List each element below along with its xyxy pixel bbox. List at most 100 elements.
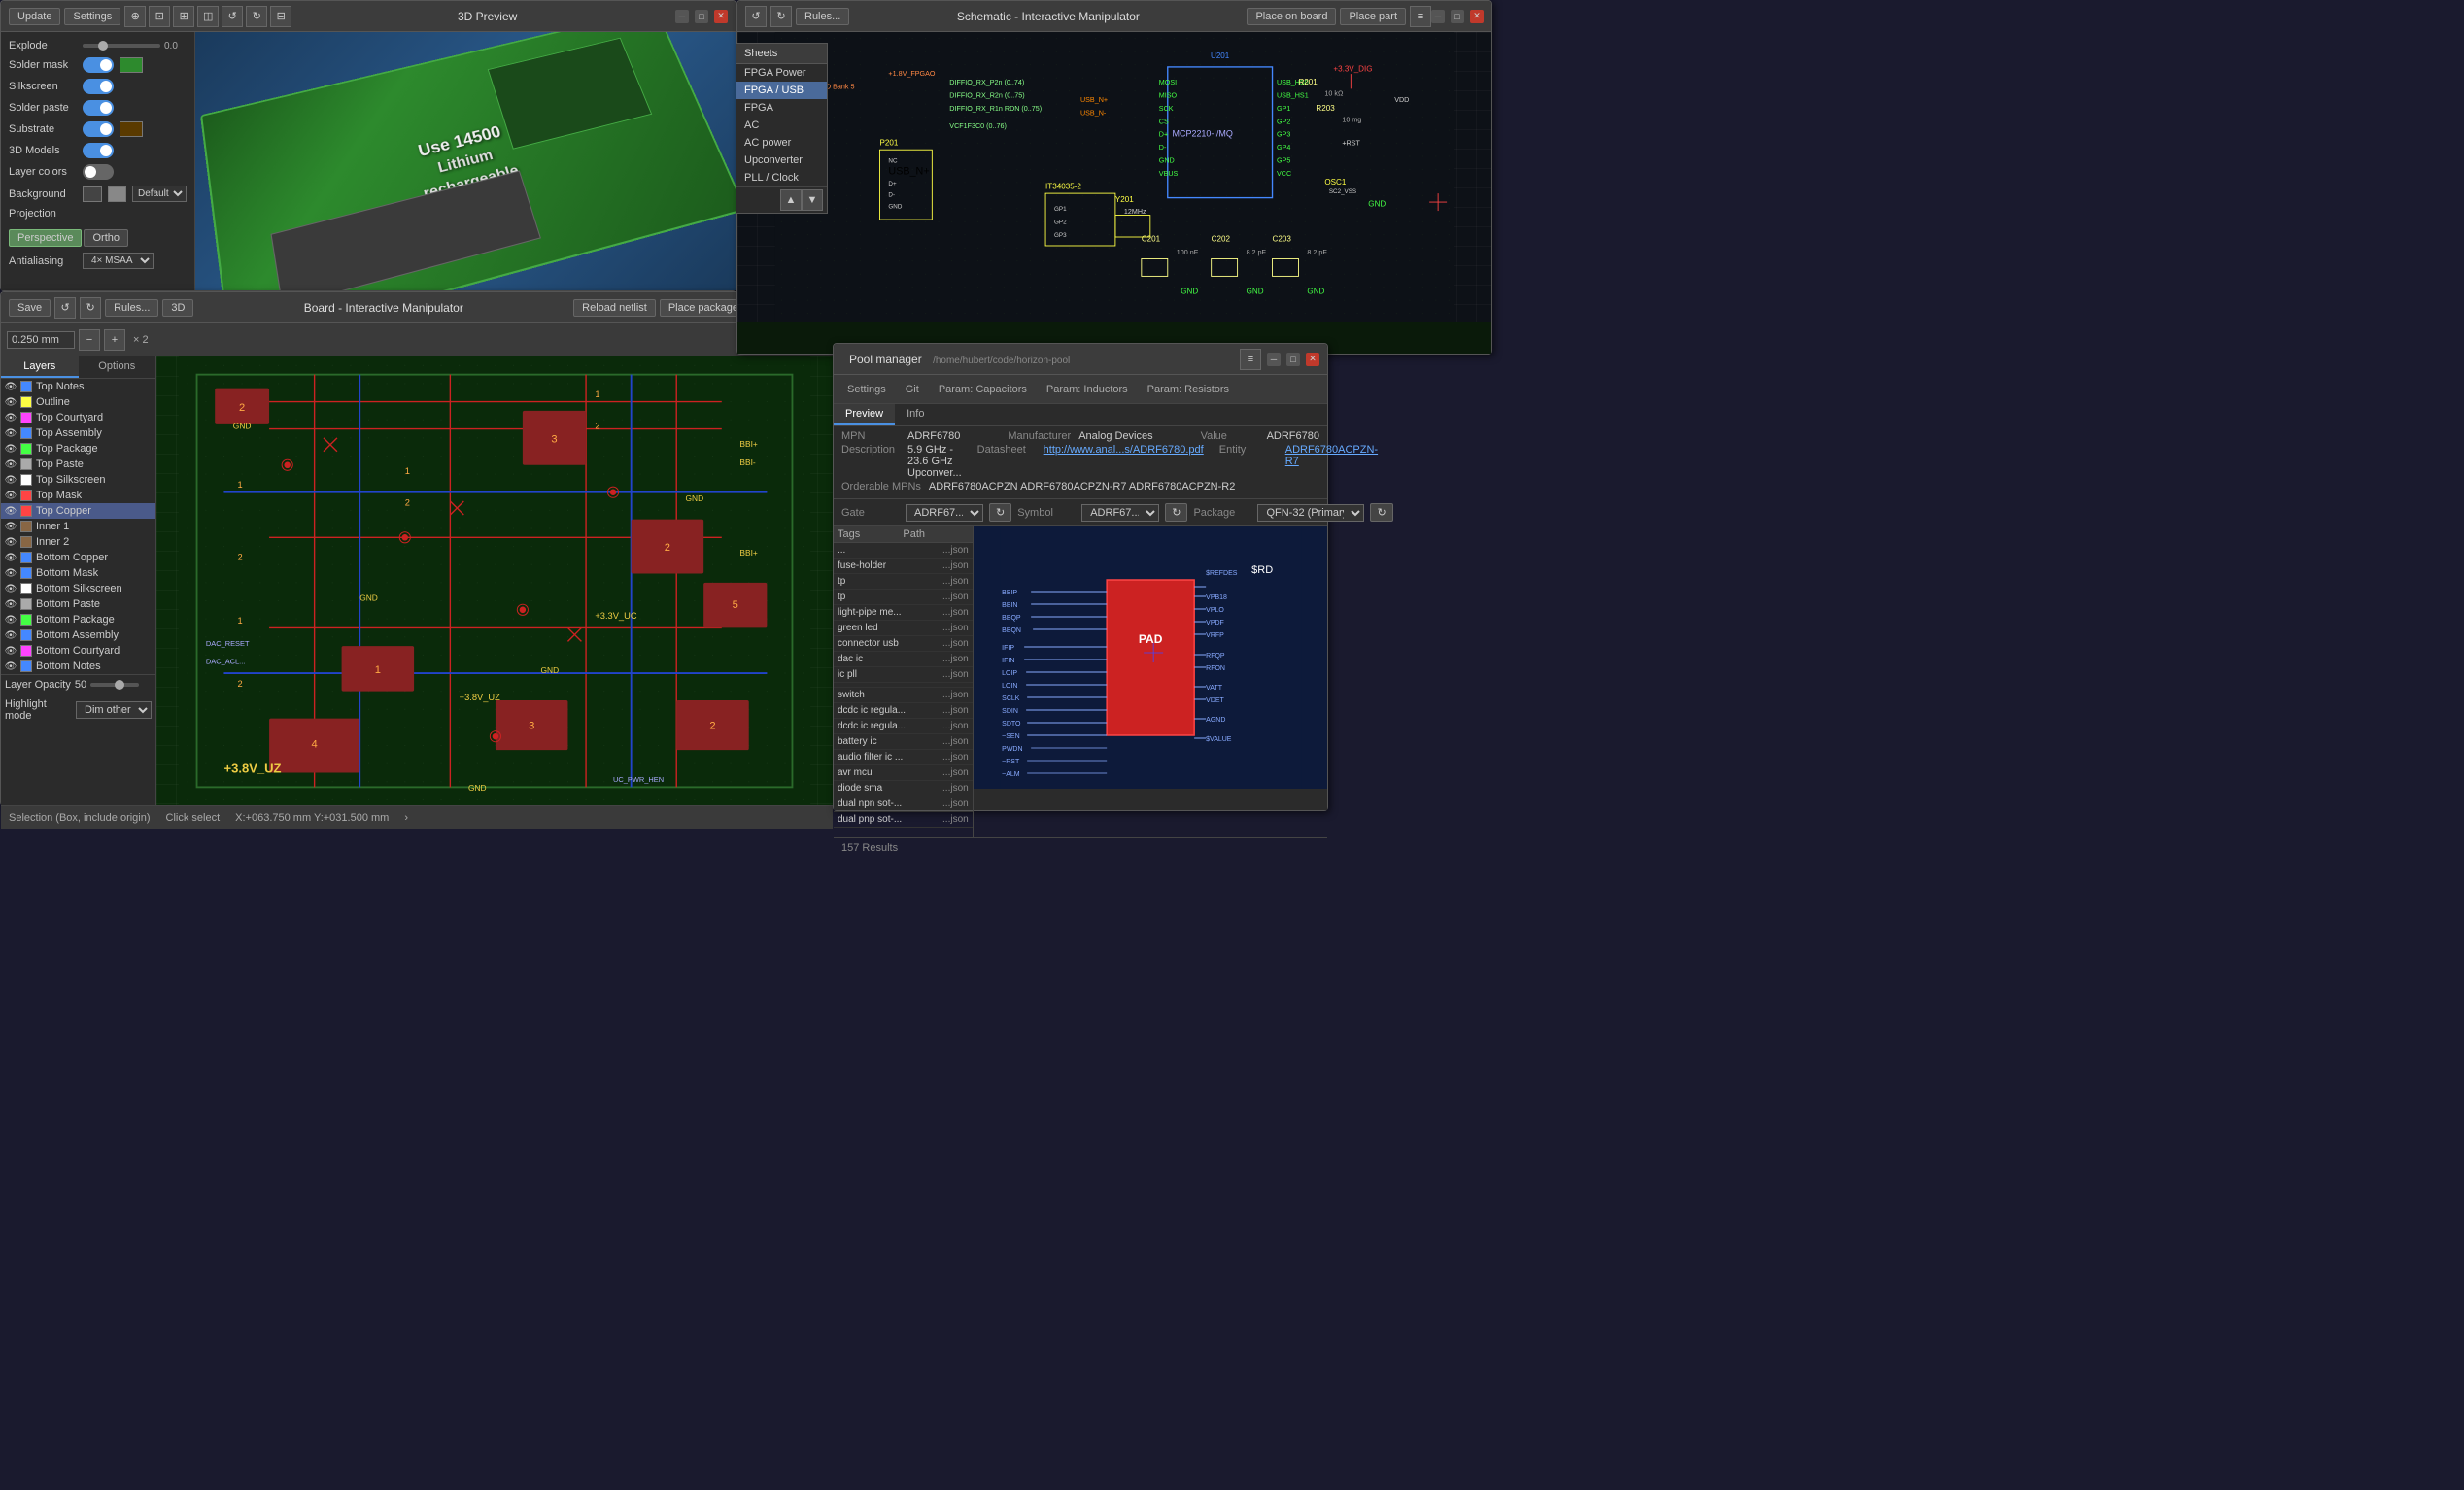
package-select[interactable]: QFN-32 (Primary)	[1257, 504, 1364, 522]
pool-list-item[interactable]: diode sma...json	[834, 781, 973, 796]
rules-button-board[interactable]: Rules...	[105, 299, 158, 317]
sheets-up[interactable]: ▲	[780, 189, 802, 211]
pool-list-item[interactable]: light-pipe me......json	[834, 605, 973, 621]
layer-item[interactable]: 👁 Bottom Silkscreen	[1, 581, 155, 596]
board-viewport[interactable]: 2 1 3 2 4 3 2 5	[156, 356, 833, 805]
maximize-btn-3d[interactable]: □	[695, 10, 708, 23]
pool-list-item[interactable]: dac ic...json	[834, 652, 973, 667]
minimize-btn-pool[interactable]: ─	[1267, 353, 1281, 366]
layer-item[interactable]: 👁 Top Silkscreen	[1, 472, 155, 488]
tab-resistors[interactable]: Param: Resistors	[1140, 382, 1237, 397]
pool-list-item[interactable]: ......json	[834, 543, 973, 559]
minimize-btn-3d[interactable]: ─	[675, 10, 689, 23]
sheet-item[interactable]: AC power	[736, 134, 827, 152]
pool-list-item[interactable]: dcdc ic regula......json	[834, 703, 973, 719]
antialias-select[interactable]: 4× MSAA	[83, 253, 154, 269]
save-button-board[interactable]: Save	[9, 299, 51, 317]
substrate-color[interactable]	[120, 121, 143, 137]
close-btn-sch[interactable]: ✕	[1470, 10, 1484, 23]
redo-icon[interactable]: ↻	[80, 297, 101, 319]
tool-icon-7[interactable]: ⊟	[270, 6, 291, 27]
pool-list-item[interactable]: tp...json	[834, 590, 973, 605]
solder-mask-color[interactable]	[120, 57, 143, 73]
update-button-3d[interactable]: Update	[9, 8, 60, 25]
undo-icon[interactable]: ↺	[54, 297, 76, 319]
pool-list-item[interactable]: dual npn sot-......json	[834, 796, 973, 812]
package-refresh-btn[interactable]: ↻	[1370, 503, 1392, 522]
tool-icon-6[interactable]: ↻	[246, 6, 267, 27]
entity-link[interactable]: ADRF6780ACPZN-R7	[1285, 444, 1378, 467]
highlight-mode-select[interactable]: Dim other	[76, 701, 152, 719]
layer-item[interactable]: 👁 Bottom Assembly	[1, 627, 155, 643]
layer-item[interactable]: 👁 Top Mask	[1, 488, 155, 503]
sheets-down[interactable]: ▼	[802, 189, 823, 211]
undo-icon-sch[interactable]: ↺	[745, 6, 767, 27]
background-select[interactable]: Default	[132, 186, 187, 202]
hamburger-icon-pool[interactable]: ≡	[1240, 349, 1261, 370]
3d-button-board[interactable]: 3D	[162, 299, 193, 317]
pool-list-item[interactable]: dual pnp sot-......json	[834, 812, 973, 828]
datasheet-link[interactable]: http://www.anal...s/ADRF6780.pdf	[1044, 444, 1204, 456]
bg-color-dark[interactable]	[83, 186, 102, 202]
place-part-button[interactable]: Place part	[1340, 8, 1406, 25]
layer-colors-toggle[interactable]	[83, 164, 114, 180]
gate-select[interactable]: ADRF67...	[906, 504, 983, 522]
maximize-btn-sch[interactable]: □	[1451, 10, 1464, 23]
symbol-select[interactable]: ADRF67...	[1081, 504, 1159, 522]
pool-list-item[interactable]: dcdc ic regula......json	[834, 719, 973, 734]
bg-color-mid[interactable]	[108, 186, 127, 202]
layer-item[interactable]: 👁 Top Assembly	[1, 425, 155, 441]
sheet-item[interactable]: FPGA / USB	[736, 82, 827, 99]
layer-item[interactable]: 👁 Bottom Paste	[1, 596, 155, 612]
silkscreen-toggle[interactable]	[83, 79, 114, 94]
tool-icon-4[interactable]: ◫	[197, 6, 219, 27]
tab-capacitors[interactable]: Param: Capacitors	[931, 382, 1035, 397]
layer-item[interactable]: 👁 Bottom Copper	[1, 550, 155, 565]
sheet-item[interactable]: FPGA	[736, 99, 827, 117]
pool-list-item[interactable]: ic pll...json	[834, 667, 973, 683]
tab-settings[interactable]: Settings	[839, 382, 894, 397]
layer-item[interactable]: 👁 Top Paste	[1, 457, 155, 472]
viewport-3d[interactable]: Use 14500 Lithium rechargeable	[195, 32, 736, 290]
pool-list-item[interactable]: green led...json	[834, 621, 973, 636]
redo-icon-sch[interactable]: ↻	[770, 6, 792, 27]
place-package-button[interactable]: Place package	[660, 299, 747, 317]
settings-button-3d[interactable]: Settings	[64, 8, 120, 25]
layer-item[interactable]: 👁 Top Notes	[1, 379, 155, 394]
schematic-viewport[interactable]: U201 MOSI MISO SCK CS D+ D- GND VBUS USB…	[737, 32, 1491, 322]
mm-input[interactable]	[7, 331, 75, 349]
pool-list-item[interactable]: fuse-holder...json	[834, 559, 973, 574]
layer-item[interactable]: 👁 Outline	[1, 394, 155, 410]
tab-preview[interactable]: Preview	[834, 404, 895, 425]
substrate-toggle[interactable]	[83, 121, 114, 137]
tool-icon-5[interactable]: ↺	[222, 6, 243, 27]
tool-icon-2[interactable]: ⊡	[149, 6, 170, 27]
pool-list-item[interactable]: audio filter ic ......json	[834, 750, 973, 765]
symbol-refresh-btn[interactable]: ↻	[1165, 503, 1187, 522]
layer-item[interactable]: 👁 Bottom Package	[1, 612, 155, 627]
sheet-item[interactable]: Upconverter	[736, 152, 827, 169]
close-btn-pool[interactable]: ✕	[1306, 353, 1319, 366]
explode-slider[interactable]	[83, 44, 160, 48]
tab-layers[interactable]: Layers	[1, 356, 79, 378]
minimize-btn-sch[interactable]: ─	[1431, 10, 1445, 23]
rules-button-sch[interactable]: Rules...	[796, 8, 849, 25]
layer-item[interactable]: 👁 Bottom Courtyard	[1, 643, 155, 659]
layer-item[interactable]: 👁 Top Courtyard	[1, 410, 155, 425]
hamburger-icon-sch[interactable]: ≡	[1410, 6, 1431, 27]
layer-opacity-slider[interactable]	[90, 683, 139, 687]
solder-paste-toggle[interactable]	[83, 100, 114, 116]
layer-item[interactable]: 👁 Bottom Notes	[1, 659, 155, 674]
tab-git[interactable]: Git	[898, 382, 927, 397]
minus-icon-mm[interactable]: −	[79, 329, 100, 351]
sheet-item[interactable]: PLL / Clock	[736, 169, 827, 186]
layer-item[interactable]: 👁 Inner 1	[1, 519, 155, 534]
place-on-board-button[interactable]: Place on board	[1247, 8, 1336, 25]
gate-refresh-btn[interactable]: ↻	[989, 503, 1011, 522]
tab-inductors[interactable]: Param: Inductors	[1039, 382, 1136, 397]
sheet-item[interactable]: AC	[736, 117, 827, 134]
tab-info[interactable]: Info	[895, 404, 936, 425]
pool-list-item[interactable]: avr mcu...json	[834, 765, 973, 781]
pool-list-item[interactable]: switch...json	[834, 688, 973, 703]
ortho-btn[interactable]: Ortho	[84, 229, 128, 247]
